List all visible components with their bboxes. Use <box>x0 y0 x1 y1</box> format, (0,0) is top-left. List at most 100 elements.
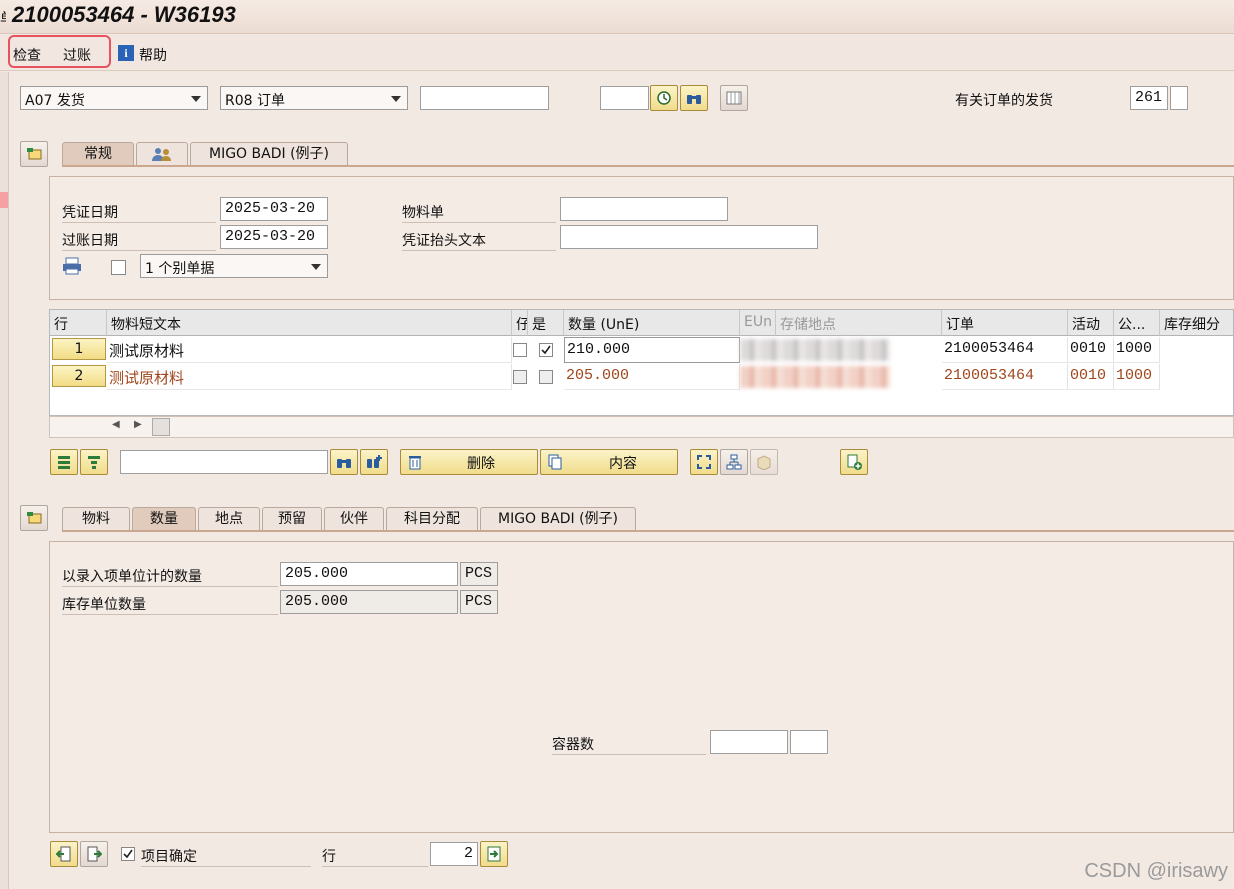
col-header-ok[interactable]: 仔 <box>512 310 528 336</box>
expand-icon <box>697 455 711 469</box>
menu-help[interactable]: 帮助 <box>139 45 167 65</box>
users-icon <box>152 148 171 161</box>
items-table: 行 物料短文本 仔 是 数量 (UnE) EUn 存储地点 订单 活动 公...… <box>49 309 1234 416</box>
find-row-button[interactable] <box>330 449 358 475</box>
item-input[interactable] <box>600 86 649 110</box>
toggle-header-button[interactable] <box>20 141 48 167</box>
box-button[interactable] <box>750 449 778 475</box>
cell-plant: 1000 <box>1114 337 1160 363</box>
col-header-qty[interactable]: 数量 (UnE) <box>564 310 740 336</box>
printer-icon[interactable] <box>62 257 82 275</box>
info-icon[interactable]: i <box>118 45 134 61</box>
col-header-line[interactable]: 行 <box>50 310 107 336</box>
hierarchy-button[interactable] <box>720 449 748 475</box>
tab-general-label: 常规 <box>84 146 112 162</box>
header-text-input[interactable] <box>560 225 818 249</box>
row-select-button[interactable]: 1 <box>52 338 106 360</box>
print-checkbox[interactable] <box>111 260 126 275</box>
col-header-stock-type[interactable]: 库存细分 <box>1160 310 1233 336</box>
ok-checkbox[interactable] <box>513 343 527 357</box>
tab-account-assignment[interactable]: 科目分配 <box>386 507 478 531</box>
menu-bar <box>0 35 1234 71</box>
reference-dropdown[interactable]: R08 订单 <box>220 86 408 110</box>
find-button[interactable] <box>680 85 708 111</box>
next-item-icon <box>87 846 102 862</box>
select-all-button[interactable] <box>50 449 78 475</box>
previous-item-button[interactable] <box>50 841 78 867</box>
tab-reservation[interactable]: 预留 <box>262 507 322 531</box>
containers-unit-input[interactable] <box>790 730 828 754</box>
entry-qty-input[interactable]: 205.000 <box>280 562 458 586</box>
grid-scrollbar[interactable]: ◀ ▶ <box>49 416 1234 438</box>
tab-general[interactable]: 常规 <box>62 142 134 166</box>
ok-checkbox[interactable] <box>513 370 527 384</box>
col-header-activity[interactable]: 活动 <box>1068 310 1114 336</box>
material-slip-label: 物料单 <box>402 202 556 223</box>
col-header-plant[interactable]: 公... <box>1114 310 1160 336</box>
execute-button[interactable] <box>650 85 678 111</box>
col-header-order[interactable]: 订单 <box>942 310 1068 336</box>
print-option-dropdown[interactable]: 1 个别单据 <box>140 254 328 278</box>
doc-date-value: 2025-03-20 <box>225 200 316 217</box>
entry-qty-label: 以录入项单位计的数量 <box>62 566 278 587</box>
tab-partner-label: 伙伴 <box>340 511 368 527</box>
movement-type-field[interactable]: 261 <box>1130 86 1168 110</box>
tab-underline <box>62 530 1234 532</box>
tab-where[interactable]: 地点 <box>198 507 260 531</box>
next-item-button[interactable] <box>80 841 108 867</box>
tab-partner[interactable]: 伙伴 <box>324 507 384 531</box>
deselect-all-button[interactable] <box>80 449 108 475</box>
containers-label: 容器数 <box>552 734 706 755</box>
doc-date-input[interactable]: 2025-03-20 <box>220 197 328 221</box>
row-select-button[interactable]: 2 <box>52 365 106 387</box>
tab-quantity[interactable]: 数量 <box>132 507 196 531</box>
find-next-button[interactable] <box>360 449 388 475</box>
col-header-text[interactable]: 物料短文本 <box>107 310 512 336</box>
add-item-button[interactable] <box>840 449 868 475</box>
delete-button[interactable]: 删除 <box>400 449 538 475</box>
deselect-all-icon <box>88 456 100 469</box>
grid-icon <box>726 91 742 105</box>
item-ok-checkbox[interactable] <box>121 847 135 861</box>
go-to-line-button[interactable] <box>480 841 508 867</box>
col-header-unit[interactable]: EUn <box>740 310 776 336</box>
line-input[interactable]: 2 <box>430 842 478 866</box>
col-header-chosen[interactable]: 是 <box>528 310 564 336</box>
chevron-down-icon <box>311 264 321 270</box>
material-slip-input[interactable] <box>560 197 728 221</box>
delete-label: 删除 <box>467 456 495 472</box>
checkmark-icon <box>123 849 133 859</box>
tab-where-label: 地点 <box>215 511 243 527</box>
cell-order: 2100053464 <box>942 337 1068 363</box>
chosen-checkbox[interactable] <box>539 343 553 357</box>
toggle-detail-button[interactable] <box>20 505 48 531</box>
scroll-thumb[interactable] <box>152 418 170 436</box>
chosen-checkbox[interactable] <box>539 370 553 384</box>
tab-migo-badi[interactable]: MIGO BADI (例子) <box>190 142 348 166</box>
tab-material[interactable]: 物料 <box>62 507 130 531</box>
tab-material-label: 物料 <box>82 511 110 527</box>
entry-unit-field: PCS <box>460 562 498 586</box>
tab-partners[interactable] <box>136 142 188 166</box>
tab-item-migo-badi[interactable]: MIGO BADI (例子) <box>480 507 636 531</box>
reference-value: R08 订单 <box>225 93 285 109</box>
scroll-left-icon[interactable]: ◀ <box>112 419 120 430</box>
add-document-icon <box>847 454 862 470</box>
menu-post[interactable]: 过账 <box>63 45 91 65</box>
layout-button[interactable] <box>720 85 748 111</box>
movement-type-extra-field[interactable] <box>1170 86 1188 110</box>
post-date-input[interactable]: 2025-03-20 <box>220 225 328 249</box>
order-input[interactable] <box>420 86 549 110</box>
containers-input[interactable] <box>710 730 788 754</box>
menu-check[interactable]: 检查 <box>13 45 41 65</box>
tab-item-migo-badi-label: MIGO BADI (例子) <box>498 511 618 527</box>
package-icon <box>757 455 771 470</box>
content-button[interactable]: 内容 <box>540 449 678 475</box>
col-header-storage[interactable]: 存储地点 <box>776 310 942 336</box>
cell-order: 2100053464 <box>942 364 1068 390</box>
action-dropdown[interactable]: A07 发货 <box>20 86 208 110</box>
toolbar-search-input[interactable] <box>120 450 328 474</box>
scroll-right-icon[interactable]: ▶ <box>134 419 142 430</box>
expand-button[interactable] <box>690 449 718 475</box>
cell-qty[interactable]: 210.000 <box>564 337 740 363</box>
